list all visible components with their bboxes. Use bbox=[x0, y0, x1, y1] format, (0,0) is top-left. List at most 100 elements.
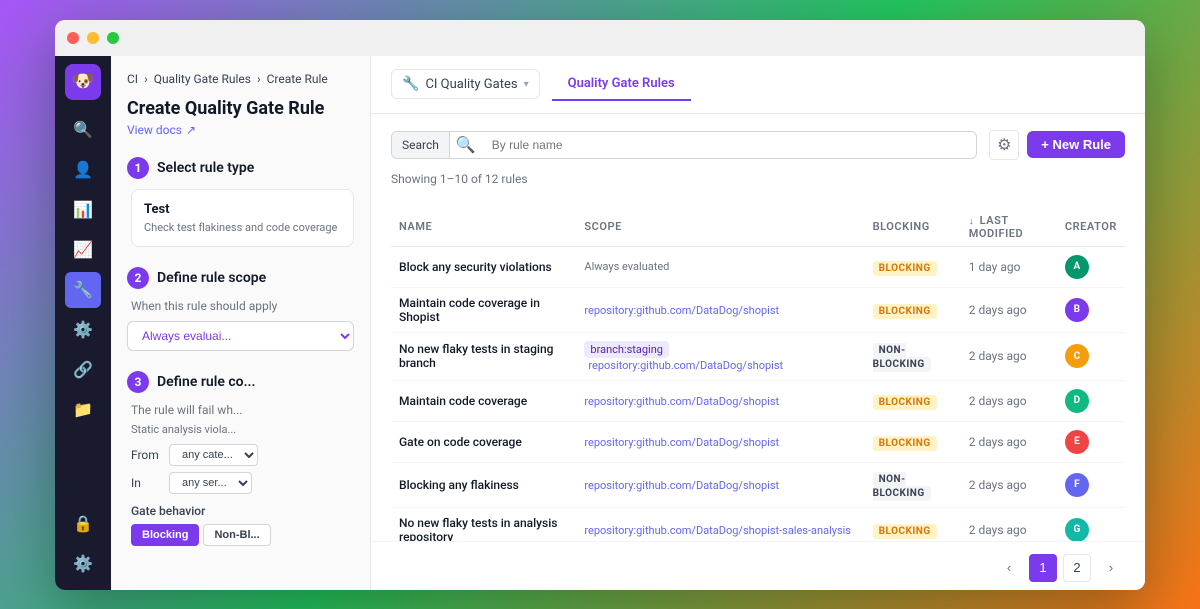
tab-nav: Quality Gate Rules bbox=[552, 68, 691, 101]
rule-creator: D bbox=[1057, 380, 1125, 421]
breadcrumb-sep-1: › bbox=[144, 72, 148, 86]
sidebar-icon-files[interactable]: 📁 bbox=[65, 392, 101, 428]
table-row[interactable]: No new flaky tests in staging branchbran… bbox=[391, 332, 1125, 380]
gear-button[interactable]: ⚙ bbox=[989, 130, 1019, 160]
rule-last-modified: 2 days ago bbox=[961, 380, 1057, 421]
gate-behavior-section: Gate behavior Blocking Non-Bl... bbox=[131, 504, 354, 546]
blocking-button[interactable]: Blocking bbox=[131, 524, 199, 546]
showing-text: Showing 1–10 of 12 rules bbox=[391, 172, 528, 186]
rule-creator: C bbox=[1057, 332, 1125, 380]
table-row[interactable]: Maintain code coveragerepository:github.… bbox=[391, 380, 1125, 421]
ci-dropdown-label: CI Quality Gates bbox=[425, 77, 517, 92]
col-blocking: BLOCKING bbox=[865, 208, 961, 247]
table-row[interactable]: Maintain code coverage in Shopistreposit… bbox=[391, 287, 1125, 332]
sidebar-icon-links[interactable]: 🔗 bbox=[65, 352, 101, 388]
breadcrumb-item-ci[interactable]: CI bbox=[127, 72, 138, 86]
tab-quality-gate-rules[interactable]: Quality Gate Rules bbox=[552, 68, 691, 101]
rule-last-modified: 2 days ago bbox=[961, 462, 1057, 507]
minimize-dot[interactable] bbox=[87, 32, 99, 44]
test-card-title: Test bbox=[144, 202, 341, 217]
next-page-button[interactable]: › bbox=[1097, 554, 1125, 582]
rule-name: Blocking any flakiness bbox=[391, 462, 576, 507]
close-dot[interactable] bbox=[67, 32, 79, 44]
rule-scope: repository:github.com/DataDog/shopist bbox=[576, 287, 864, 332]
pagination: ‹ 1 2 › bbox=[371, 541, 1145, 590]
sidebar-icon-dashboard[interactable]: 📊 bbox=[65, 192, 101, 228]
right-panel: 🔧 CI Quality Gates ▾ Quality Gate Rules … bbox=[371, 56, 1145, 590]
step-3: 3 Define rule co... The rule will fail w… bbox=[127, 371, 354, 546]
breadcrumb-item-rules[interactable]: Quality Gate Rules bbox=[154, 72, 251, 86]
rules-table: NAME SCOPE BLOCKING ↓ LAST MODIFIED CREA… bbox=[391, 208, 1125, 541]
toolbar: Search 🔍 ⚙ + New Rule bbox=[391, 130, 1125, 160]
step-1-title: Select rule type bbox=[157, 160, 254, 176]
rule-name: Block any security violations bbox=[391, 246, 576, 287]
external-link-icon: ↗ bbox=[186, 123, 196, 137]
rule-blocking: BLOCKING bbox=[865, 246, 961, 287]
non-blocking-button[interactable]: Non-Bl... bbox=[203, 524, 270, 546]
col-scope: SCOPE bbox=[576, 208, 864, 247]
page-2-button[interactable]: 2 bbox=[1063, 554, 1091, 582]
in-filter-row: In any ser... bbox=[131, 472, 354, 494]
step-3-desc: The rule will fail wh... bbox=[131, 403, 354, 417]
from-label: From bbox=[131, 448, 161, 462]
rule-scope: repository:github.com/DataDog/shopist bbox=[576, 421, 864, 462]
step-2: 2 Define rule scope When this rule shoul… bbox=[127, 267, 354, 351]
table-row[interactable]: Gate on code coveragerepository:github.c… bbox=[391, 421, 1125, 462]
page-1-button[interactable]: 1 bbox=[1029, 554, 1057, 582]
rule-blocking: NON-BLOCKING bbox=[865, 462, 961, 507]
scope-select[interactable]: Always evaluai... bbox=[127, 321, 354, 351]
step-3-static: Static analysis viola... bbox=[131, 423, 354, 436]
sidebar-icon-ci[interactable]: 🔧 bbox=[65, 272, 101, 308]
showing-row: Showing 1–10 of 12 rules bbox=[391, 172, 1125, 198]
sidebar-icon-chart[interactable]: 📈 bbox=[65, 232, 101, 268]
rule-name: No new flaky tests in staging branch bbox=[391, 332, 576, 380]
rule-creator: G bbox=[1057, 507, 1125, 541]
col-creator: CREATOR bbox=[1057, 208, 1125, 247]
search-label[interactable]: Search bbox=[392, 132, 450, 158]
left-panel: CI › Quality Gate Rules › Create Rule Cr… bbox=[111, 56, 371, 590]
toolbar-right: ⚙ + New Rule bbox=[989, 130, 1125, 160]
rule-creator: E bbox=[1057, 421, 1125, 462]
in-label: In bbox=[131, 476, 161, 490]
step-3-title: Define rule co... bbox=[157, 374, 256, 390]
right-header: 🔧 CI Quality Gates ▾ Quality Gate Rules bbox=[371, 56, 1145, 114]
maximize-dot[interactable] bbox=[107, 32, 119, 44]
view-docs-link[interactable]: View docs ↗ bbox=[127, 123, 354, 137]
ci-dropdown[interactable]: 🔧 CI Quality Gates ▾ bbox=[391, 69, 540, 99]
search-input[interactable] bbox=[482, 132, 976, 158]
step-1: 1 Select rule type Test Check test flaki… bbox=[127, 157, 354, 247]
rule-scope: repository:github.com/DataDog/shopist-sa… bbox=[576, 507, 864, 541]
rule-name: Gate on code coverage bbox=[391, 421, 576, 462]
rule-name: Maintain code coverage in Shopist bbox=[391, 287, 576, 332]
sidebar-icon-users[interactable]: 👤 bbox=[65, 152, 101, 188]
view-docs-label: View docs bbox=[127, 123, 182, 137]
gate-behavior-label: Gate behavior bbox=[131, 504, 354, 518]
sidebar-icon-search[interactable]: 🔍 bbox=[65, 112, 101, 148]
breadcrumb-item-create: Create Rule bbox=[267, 72, 328, 86]
rule-scope: branch:stagingrepository:github.com/Data… bbox=[576, 332, 864, 380]
step-2-number: 2 bbox=[127, 267, 149, 289]
col-last-modified: ↓ LAST MODIFIED bbox=[961, 208, 1057, 247]
from-select[interactable]: any cate... bbox=[169, 444, 258, 466]
table-header-row: NAME SCOPE BLOCKING ↓ LAST MODIFIED CREA… bbox=[391, 208, 1125, 247]
in-select[interactable]: any ser... bbox=[169, 472, 252, 494]
sidebar-icon-config[interactable]: ⚙️ bbox=[65, 546, 101, 582]
ci-icon: 🔧 bbox=[402, 76, 419, 92]
new-rule-button[interactable]: + New Rule bbox=[1027, 131, 1125, 158]
sidebar-icon-security[interactable]: 🔒 bbox=[65, 506, 101, 542]
chevron-down-icon: ▾ bbox=[524, 79, 529, 90]
sidebar-icon-settings[interactable]: ⚙️ bbox=[65, 312, 101, 348]
step-2-title: Define rule scope bbox=[157, 270, 266, 286]
table-row[interactable]: Block any security violationsAlways eval… bbox=[391, 246, 1125, 287]
table-row[interactable]: Blocking any flakinessrepository:github.… bbox=[391, 462, 1125, 507]
rule-last-modified: 2 days ago bbox=[961, 421, 1057, 462]
step-3-number: 3 bbox=[127, 371, 149, 393]
from-filter-row: From any cate... bbox=[131, 444, 354, 466]
rule-name: Maintain code coverage bbox=[391, 380, 576, 421]
rule-scope: Always evaluated bbox=[576, 246, 864, 287]
test-rule-card[interactable]: Test Check test flakiness and code cover… bbox=[131, 189, 354, 247]
prev-page-button[interactable]: ‹ bbox=[995, 554, 1023, 582]
page-title: Create Quality Gate Rule bbox=[127, 98, 354, 119]
table-row[interactable]: No new flaky tests in analysis repositor… bbox=[391, 507, 1125, 541]
rule-blocking: BLOCKING bbox=[865, 380, 961, 421]
